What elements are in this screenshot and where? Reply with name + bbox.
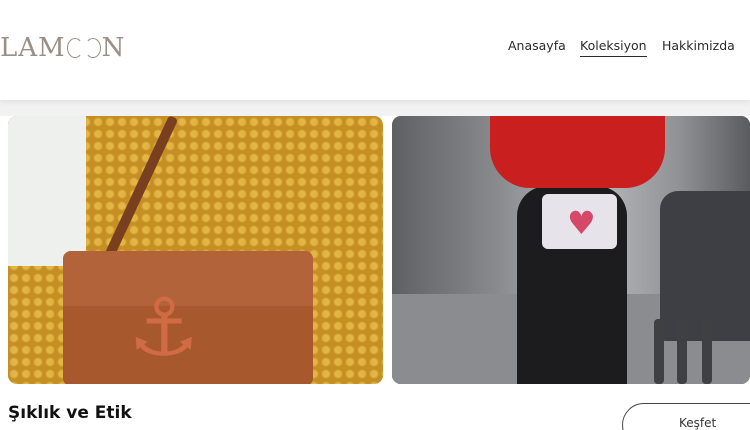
gallery-image-left[interactable]: ⚓	[8, 116, 383, 384]
nav-item-koleksiyon[interactable]: Koleksiyon	[580, 38, 647, 57]
red-jacket	[490, 116, 665, 188]
logo-moon-left-icon	[66, 38, 83, 58]
heart-icon: ♥	[567, 204, 596, 242]
site-header: LAM N Anasayfa Koleksiyon Hakkimizda	[0, 0, 750, 100]
bollard	[677, 319, 687, 384]
brand-logo[interactable]: LAM N	[0, 30, 125, 66]
nav-item-hakkimizda[interactable]: Hakkimizda	[662, 38, 735, 53]
gallery-image-right[interactable]: ♥	[392, 116, 750, 384]
section-title: Şıklık ve Etik	[8, 403, 132, 423]
nav-item-anasayfa[interactable]: Anasayfa	[508, 38, 566, 53]
logo-text-n: N	[101, 33, 126, 63]
header-separator	[0, 100, 750, 116]
kesfet-button[interactable]: Keşfet	[622, 403, 750, 430]
background-wall	[8, 116, 86, 266]
logo-text-la: LAM	[0, 33, 66, 63]
bollard	[702, 319, 712, 384]
logo-moon-right-icon	[84, 38, 101, 58]
anchor-logo-icon: ⚓	[128, 281, 200, 374]
bollard	[654, 319, 664, 384]
